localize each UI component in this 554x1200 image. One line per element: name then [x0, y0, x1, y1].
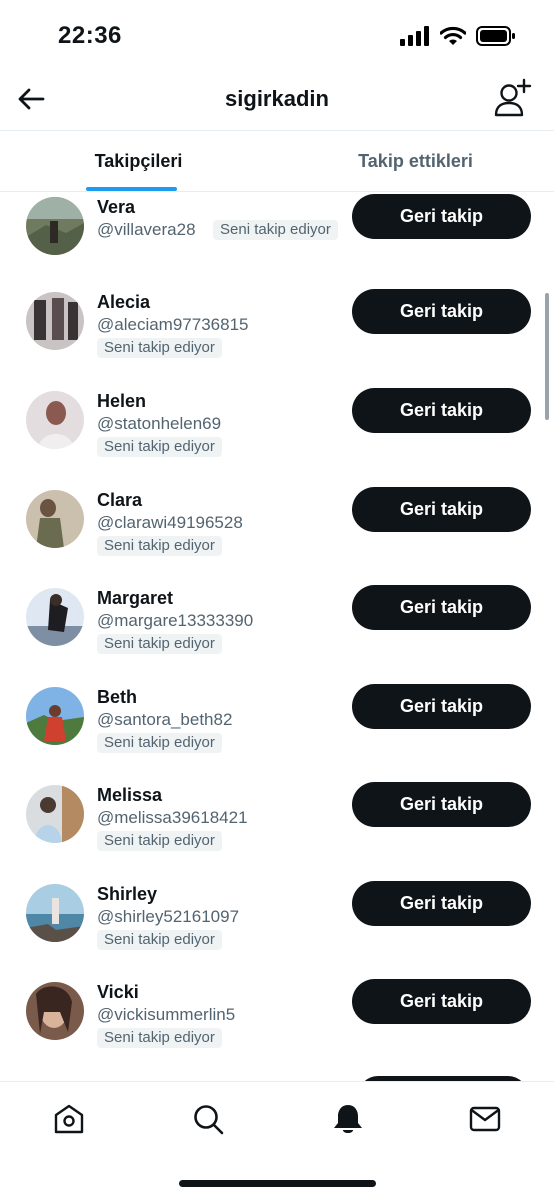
avatar[interactable]	[26, 884, 84, 942]
list-item[interactable]: Melissa @melissa39618421 Seni takip ediy…	[0, 782, 554, 881]
user-handle: @margare13333390	[97, 611, 254, 630]
avatar[interactable]	[26, 785, 84, 843]
follows-you-badge: Seni takip ediyor	[213, 220, 338, 240]
add-user-icon	[494, 78, 532, 117]
user-name[interactable]: Melissa	[97, 785, 162, 806]
user-name[interactable]: Vera	[97, 197, 135, 218]
nav-search[interactable]	[191, 1102, 225, 1136]
nav-notifications[interactable]	[331, 1102, 365, 1136]
page-title: sigirkadin	[225, 86, 329, 111]
follow-back-button[interactable]: Geri takip	[352, 782, 531, 827]
list-item[interactable]: Helen @statonhelen69 Seni takip ediyor G…	[0, 388, 554, 487]
avatar[interactable]	[26, 490, 84, 548]
user-name[interactable]: Clara	[97, 490, 142, 511]
list-item[interactable]: Beth @santora_beth82 Seni takip ediyor G…	[0, 684, 554, 783]
list-item[interactable]: Shirley @shirley52161097 Seni takip ediy…	[0, 881, 554, 980]
user-handle: @shirley52161097	[97, 907, 240, 926]
status-time: 22:36	[58, 22, 122, 49]
user-handle: @statonhelen69	[97, 414, 222, 433]
scrollbar[interactable]	[545, 293, 549, 420]
follows-you-badge: Seni takip ediyor	[97, 338, 222, 358]
search-icon	[194, 1105, 224, 1135]
wifi-icon	[440, 26, 466, 45]
follow-back-button[interactable]: Geri takip	[352, 194, 531, 239]
user-name[interactable]: Margaret	[97, 588, 173, 609]
user-handle: @vickisummerlin5	[97, 1005, 236, 1024]
avatar[interactable]	[26, 687, 84, 745]
follow-back-button[interactable]: Geri takip	[352, 979, 531, 1024]
avatar[interactable]	[26, 292, 84, 350]
nav-home[interactable]	[52, 1102, 86, 1136]
follow-back-button[interactable]: Geri takip	[352, 487, 531, 532]
status-bar: 22:36	[0, 0, 554, 72]
follow-back-button[interactable]: Geri takip	[352, 684, 531, 729]
follow-back-button[interactable]: Geri takip	[352, 585, 531, 630]
battery-icon	[476, 26, 515, 46]
cellular-signal-icon	[400, 26, 429, 46]
follows-you-badge: Seni takip ediyor	[97, 437, 222, 457]
list-item[interactable]: Vicki @vickisummerlin5 Seni takip ediyor…	[0, 979, 554, 1078]
avatar[interactable]	[26, 982, 84, 1040]
follow-back-button[interactable]: Geri takip	[352, 289, 531, 334]
follows-you-badge: Seni takip ediyor	[97, 930, 222, 950]
user-name[interactable]: Beth	[97, 687, 137, 708]
active-tab-indicator	[86, 187, 177, 191]
follow-back-button[interactable]: Geri takip	[352, 881, 531, 926]
user-name[interactable]: Vicki	[97, 982, 139, 1003]
mail-icon	[469, 1106, 501, 1132]
user-handle: @clarawi49196528	[97, 513, 243, 532]
nav-messages[interactable]	[468, 1102, 502, 1136]
home-icon	[54, 1104, 84, 1134]
avatar[interactable]	[26, 391, 84, 449]
tab-following[interactable]: Takip ettikleri	[277, 131, 554, 192]
follows-you-badge: Seni takip ediyor	[97, 831, 222, 851]
user-handle: @villavera28	[97, 220, 196, 239]
tab-bar: Takipçileri Takip ettikleri	[0, 130, 554, 192]
header: sigirkadin	[0, 72, 554, 130]
tab-followers[interactable]: Takipçileri	[0, 131, 277, 192]
follows-you-badge: Seni takip ediyor	[97, 634, 222, 654]
user-handle: @aleciam97736815	[97, 315, 249, 334]
add-user-button[interactable]	[494, 78, 532, 117]
list-item[interactable]: Margaret @margare13333390 Seni takip edi…	[0, 585, 554, 684]
list-item[interactable]: Alecia @aleciam97736815 Seni takip ediyo…	[0, 289, 554, 388]
user-name[interactable]: Helen	[97, 391, 146, 412]
list-item[interactable]: Vera @villavera28 Seni takip ediyor Geri…	[0, 192, 554, 290]
user-handle: @melissa39618421	[97, 808, 248, 827]
list-item[interactable]: Clara @clarawi49196528 Seni takip ediyor…	[0, 487, 554, 586]
follow-back-button[interactable]: Geri takip	[352, 388, 531, 433]
followers-list: Vera @villavera28 Seni takip ediyor Geri…	[0, 192, 554, 1080]
home-indicator	[179, 1180, 376, 1187]
user-handle: @santora_beth82	[97, 710, 233, 729]
follows-you-badge: Seni takip ediyor	[97, 733, 222, 753]
follows-you-badge: Seni takip ediyor	[97, 1028, 222, 1048]
user-name[interactable]: Shirley	[97, 884, 157, 905]
bell-icon	[334, 1105, 362, 1133]
avatar[interactable]	[26, 588, 84, 646]
avatar[interactable]	[26, 197, 84, 255]
follows-you-badge: Seni takip ediyor	[97, 536, 222, 556]
status-icons	[400, 26, 516, 46]
user-name[interactable]: Alecia	[97, 292, 150, 313]
